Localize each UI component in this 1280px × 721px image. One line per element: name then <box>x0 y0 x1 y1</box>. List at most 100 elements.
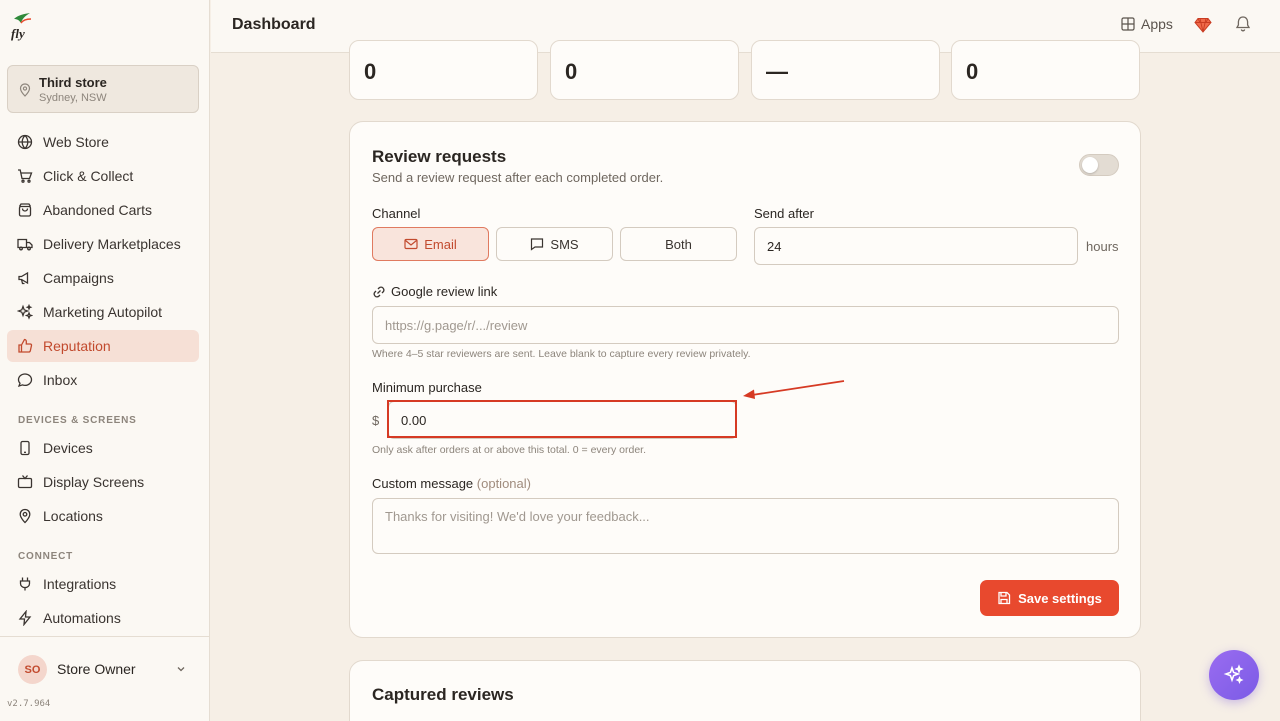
nav-label: Reputation <box>43 338 111 354</box>
app-version: v2.7.964 <box>7 699 51 709</box>
review-requests-card: Review requests Send a review request af… <box>349 121 1141 638</box>
send-after-unit: hours <box>1086 239 1119 254</box>
nav-abandoned-carts[interactable]: Abandoned Carts <box>7 194 199 226</box>
grid-icon <box>1121 17 1135 31</box>
chevron-down-icon <box>177 667 185 672</box>
channel-label: Channel <box>372 206 421 221</box>
svg-text:fly: fly <box>11 26 25 41</box>
nav-label: Delivery Marketplaces <box>43 236 181 252</box>
toggle-knob <box>1082 157 1098 173</box>
currency-symbol: $ <box>372 413 380 428</box>
stat-value: 0 <box>966 59 979 84</box>
channel-sms-button[interactable]: SMS <box>496 227 613 261</box>
thumbs-up-icon <box>17 338 33 354</box>
store-location: Sydney, NSW <box>39 92 107 104</box>
nav-label: Web Store <box>43 134 109 150</box>
send-after-label: Send after <box>754 206 814 221</box>
sparkle-icon <box>17 304 33 320</box>
truck-icon <box>17 236 33 252</box>
avatar: SO <box>18 655 47 684</box>
card-subtitle: Send a review request after each complet… <box>372 170 664 185</box>
stat-card: 0 <box>349 40 538 100</box>
nav-label: Campaigns <box>43 270 114 286</box>
pin-icon <box>17 508 33 524</box>
bolt-icon <box>17 610 33 626</box>
globe-icon <box>17 134 33 150</box>
google-review-link-input[interactable] <box>372 306 1119 344</box>
nav-label: Inbox <box>43 372 78 388</box>
nav-reputation[interactable]: Reputation <box>7 330 199 362</box>
user-name: Store Owner <box>57 661 136 677</box>
nav-inbox[interactable]: Inbox <box>7 364 199 396</box>
store-name: Third store <box>39 75 107 90</box>
nav-label: Display Screens <box>43 474 145 490</box>
save-settings-button[interactable]: Save settings <box>980 580 1119 616</box>
send-after-input[interactable] <box>754 227 1078 265</box>
nav-web-store[interactable]: Web Store <box>7 126 199 158</box>
gem-icon[interactable] <box>1194 16 1212 34</box>
save-label: Save settings <box>1018 590 1102 606</box>
nav-devices[interactable]: Devices <box>7 432 199 464</box>
page-title: Dashboard <box>232 16 316 33</box>
card-title: Review requests <box>372 147 507 166</box>
mail-icon <box>404 238 418 250</box>
nav-label: Abandoned Carts <box>43 202 152 218</box>
channel-label-text: Both <box>665 236 692 252</box>
store-selector[interactable]: Third store Sydney, NSW <box>7 65 199 113</box>
message-icon <box>531 238 544 251</box>
stat-value: 0 <box>565 59 578 84</box>
nav-label: Integrations <box>43 576 117 592</box>
nav-campaigns[interactable]: Campaigns <box>7 262 199 294</box>
nav-label: Devices <box>43 440 93 456</box>
google-review-link-label: Google review link <box>391 284 498 299</box>
stat-value: 0 <box>364 59 377 84</box>
nav-integrations[interactable]: Integrations <box>7 568 199 600</box>
channel-email-button[interactable]: Email <box>372 227 489 261</box>
stat-card: 0 <box>951 40 1140 100</box>
nav-automations[interactable]: Automations <box>7 602 199 634</box>
sparkles-icon <box>1223 664 1244 685</box>
chat-icon <box>17 372 33 388</box>
custom-message-textarea[interactable] <box>372 498 1119 554</box>
stat-card: — <box>751 40 940 100</box>
captured-reviews-card: Captured reviews <box>349 660 1141 721</box>
bag-icon <box>17 202 33 218</box>
bell-icon[interactable] <box>1234 15 1252 33</box>
ai-assistant-button[interactable] <box>1209 650 1259 700</box>
sidebar: fly Third store Sydney, NSW Web Store Cl… <box>0 0 210 721</box>
channel-label-text: Email <box>424 236 457 252</box>
apps-button[interactable]: Apps <box>1121 16 1173 32</box>
custom-message-label: Custom message <box>372 476 474 491</box>
channel-label-text: SMS <box>550 236 579 252</box>
link-icon <box>373 285 385 298</box>
nav-label: Click & Collect <box>43 168 134 184</box>
section-label-connect: CONNECT <box>18 551 74 562</box>
user-menu[interactable]: SO Store Owner <box>0 636 210 700</box>
apps-label: Apps <box>1141 16 1173 32</box>
tv-icon <box>17 474 33 490</box>
nav-marketing-autopilot[interactable]: Marketing Autopilot <box>7 296 199 328</box>
save-icon <box>998 591 1011 605</box>
nav-label: Locations <box>43 508 103 524</box>
nav-click-collect[interactable]: Click & Collect <box>7 160 199 192</box>
review-requests-toggle[interactable] <box>1079 154 1119 176</box>
channel-both-button[interactable]: Both <box>620 227 737 261</box>
minimum-purchase-input[interactable] <box>388 401 737 439</box>
fly-logo-icon[interactable]: fly <box>10 11 34 41</box>
phone-icon <box>17 440 33 456</box>
card-title: Captured reviews <box>372 685 514 704</box>
nav-label: Automations <box>43 610 121 626</box>
nav-display-screens[interactable]: Display Screens <box>7 466 199 498</box>
stat-card: 0 <box>550 40 739 100</box>
nav-delivery-marketplaces[interactable]: Delivery Marketplaces <box>7 228 199 260</box>
megaphone-icon <box>17 270 33 286</box>
optional-label: (optional) <box>476 476 531 491</box>
section-label-devices: DEVICES & SCREENS <box>18 415 137 426</box>
plug-icon <box>17 576 33 592</box>
custom-message-label-row: Custom message (optional) <box>372 476 531 491</box>
google-review-link-label-row: Google review link <box>372 284 497 299</box>
nav-locations[interactable]: Locations <box>7 500 199 532</box>
stat-value: — <box>766 59 788 84</box>
minimum-purchase-label: Minimum purchase <box>372 380 482 395</box>
cart-icon <box>17 168 33 184</box>
